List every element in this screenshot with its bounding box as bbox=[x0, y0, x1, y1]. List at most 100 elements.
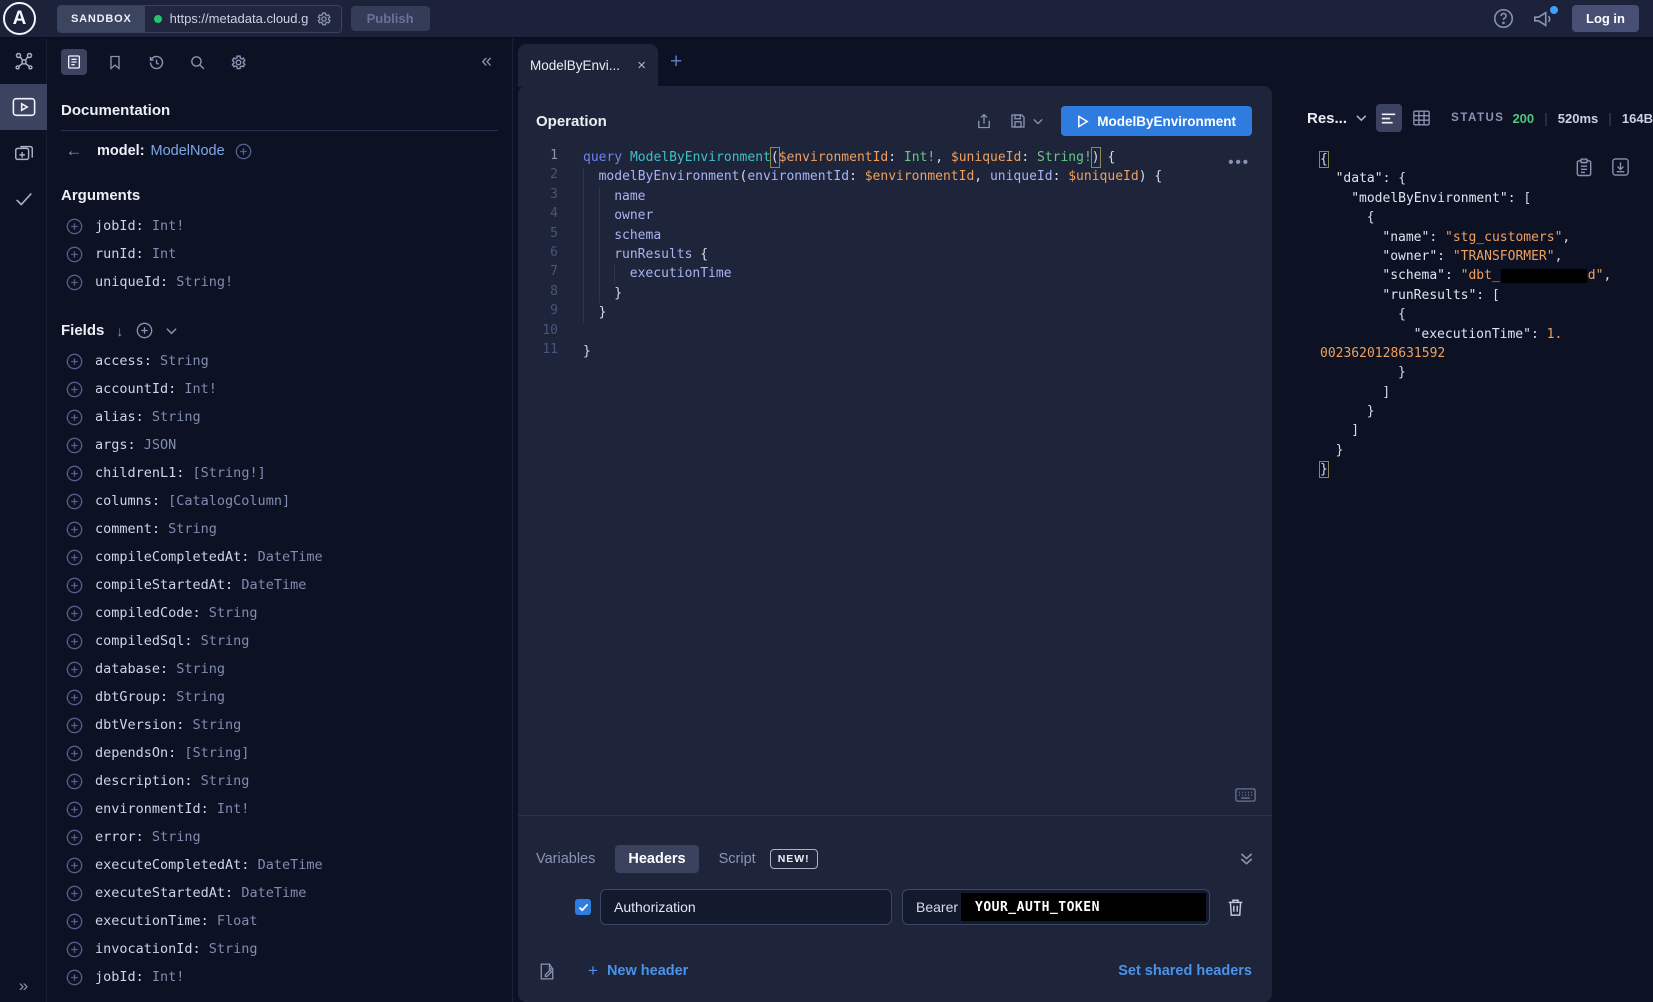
field-row[interactable]: compiledSql: String bbox=[61, 627, 498, 655]
save-options-chevron-icon[interactable] bbox=[1033, 118, 1043, 125]
endpoint-url[interactable]: https://metadata.cloud.get bbox=[170, 11, 308, 26]
add-field-plus-icon[interactable] bbox=[66, 913, 83, 930]
rail-item-checklist[interactable] bbox=[0, 176, 47, 222]
publish-button[interactable]: Publish bbox=[351, 6, 430, 31]
add-field-plus-icon[interactable] bbox=[66, 465, 83, 482]
close-tab-icon[interactable]: × bbox=[637, 57, 646, 74]
add-field-plus-icon[interactable] bbox=[66, 381, 83, 398]
add-field-plus-icon[interactable] bbox=[66, 689, 83, 706]
header-value-input[interactable]: Bearer YOUR_AUTH_TOKEN bbox=[902, 889, 1210, 925]
add-field-plus-icon[interactable] bbox=[66, 577, 83, 594]
new-tab-icon[interactable]: + bbox=[670, 50, 682, 74]
download-response-icon[interactable] bbox=[1612, 158, 1629, 177]
field-row[interactable]: description: String bbox=[61, 767, 498, 795]
add-field-plus-icon[interactable] bbox=[66, 941, 83, 958]
header-key-input[interactable] bbox=[600, 889, 892, 925]
collapse-docs-panel-icon[interactable]: « bbox=[481, 51, 498, 73]
field-row[interactable]: access: String bbox=[61, 347, 498, 375]
endpoint-address-bar[interactable]: SANDBOX https://metadata.cloud.get bbox=[57, 5, 342, 33]
field-row[interactable]: database: String bbox=[61, 655, 498, 683]
field-row[interactable]: executionTime: Float bbox=[61, 907, 498, 935]
add-field-plus-icon[interactable] bbox=[66, 801, 83, 818]
add-field-plus-icon[interactable] bbox=[66, 829, 83, 846]
json-view-toggle-icon[interactable] bbox=[1376, 104, 1403, 132]
add-field-plus-icon[interactable] bbox=[66, 246, 83, 263]
field-row[interactable]: compileStartedAt: DateTime bbox=[61, 571, 498, 599]
add-field-plus-icon[interactable] bbox=[66, 745, 83, 762]
endpoint-url-field[interactable]: https://metadata.cloud.get bbox=[145, 6, 341, 32]
save-operation-icon[interactable] bbox=[1009, 112, 1027, 130]
run-operation-button[interactable]: ModelByEnvironment bbox=[1061, 106, 1252, 136]
docs-tab-documentation-icon[interactable] bbox=[61, 49, 87, 75]
add-field-plus-icon[interactable] bbox=[66, 717, 83, 734]
connection-settings-gear-icon[interactable] bbox=[316, 11, 332, 27]
argument-row[interactable]: jobId: Int! bbox=[61, 212, 498, 240]
add-field-plus-icon[interactable] bbox=[66, 409, 83, 426]
delete-header-icon[interactable] bbox=[1227, 898, 1244, 917]
add-field-plus-icon[interactable] bbox=[66, 633, 83, 650]
announcements-megaphone-icon[interactable] bbox=[1532, 9, 1554, 29]
docs-tab-settings-gear-icon[interactable] bbox=[225, 49, 251, 75]
add-field-plus-icon[interactable] bbox=[66, 521, 83, 538]
add-field-plus-icon[interactable] bbox=[66, 218, 83, 235]
response-json-viewer[interactable]: {"data": {"modelByEnvironment": [{"name"… bbox=[1285, 150, 1653, 480]
help-icon[interactable] bbox=[1493, 8, 1514, 29]
field-row[interactable]: invocationId: String bbox=[61, 935, 498, 963]
argument-row[interactable]: runId: Int bbox=[61, 240, 498, 268]
back-arrow-icon[interactable]: ← bbox=[61, 141, 87, 161]
header-enabled-checkbox[interactable] bbox=[575, 899, 591, 915]
field-row[interactable]: executeCompletedAt: DateTime bbox=[61, 851, 498, 879]
add-field-plus-icon[interactable] bbox=[66, 661, 83, 678]
collapse-panel-chevrons-icon[interactable] bbox=[1239, 852, 1254, 866]
response-dropdown-chevron-icon[interactable] bbox=[1356, 114, 1367, 122]
login-button[interactable]: Log in bbox=[1572, 5, 1639, 32]
share-operation-icon[interactable] bbox=[975, 112, 993, 131]
field-row[interactable]: dbtVersion: String bbox=[61, 711, 498, 739]
fields-chevron-down-icon[interactable] bbox=[166, 327, 177, 335]
copy-response-icon[interactable] bbox=[1576, 158, 1592, 177]
set-shared-headers-link[interactable]: Set shared headers bbox=[1118, 963, 1252, 979]
add-field-plus-icon[interactable] bbox=[66, 969, 83, 986]
new-header-button[interactable]: + New header bbox=[588, 961, 688, 981]
field-row[interactable]: comment: String bbox=[61, 515, 498, 543]
field-row[interactable]: accountId: Int! bbox=[61, 375, 498, 403]
field-row[interactable]: columns: [CatalogColumn] bbox=[61, 487, 498, 515]
graphql-editor[interactable]: 1query ModelByEnvironment($environmentId… bbox=[518, 148, 1272, 361]
rail-item-operation-collections[interactable] bbox=[0, 130, 47, 176]
keyboard-shortcuts-icon[interactable] bbox=[1235, 788, 1256, 802]
add-field-plus-icon[interactable] bbox=[66, 857, 83, 874]
operation-tab[interactable]: ModelByEnvi... × bbox=[518, 44, 658, 87]
breadcrumb-type-link[interactable]: ModelNode bbox=[151, 143, 225, 159]
tab-headers[interactable]: Headers bbox=[615, 845, 698, 873]
add-field-plus-icon[interactable] bbox=[66, 885, 83, 902]
add-field-icon[interactable] bbox=[235, 143, 252, 160]
add-field-plus-icon[interactable] bbox=[66, 493, 83, 510]
add-all-fields-icon[interactable] bbox=[136, 322, 153, 339]
add-field-plus-icon[interactable] bbox=[66, 437, 83, 454]
add-field-plus-icon[interactable] bbox=[66, 605, 83, 622]
field-row[interactable]: dependsOn: [String] bbox=[61, 739, 498, 767]
editor-more-menu-icon[interactable]: ••• bbox=[1228, 154, 1250, 171]
add-field-plus-icon[interactable] bbox=[66, 549, 83, 566]
edit-as-json-icon[interactable] bbox=[538, 962, 556, 981]
field-row[interactable]: args: JSON bbox=[61, 431, 498, 459]
field-row[interactable]: childrenL1: [String!] bbox=[61, 459, 498, 487]
expand-rail-icon[interactable]: » bbox=[0, 976, 47, 996]
field-row[interactable]: dbtGroup: String bbox=[61, 683, 498, 711]
field-row[interactable]: alias: String bbox=[61, 403, 498, 431]
docs-tab-bookmarks-icon[interactable] bbox=[102, 49, 128, 75]
docs-tab-search-icon[interactable] bbox=[184, 49, 210, 75]
field-row[interactable]: compileCompletedAt: DateTime bbox=[61, 543, 498, 571]
sort-fields-icon[interactable]: ↓ bbox=[116, 323, 123, 339]
apollo-logo-icon[interactable]: A bbox=[3, 2, 36, 35]
rail-item-explorer[interactable] bbox=[0, 84, 47, 130]
argument-row[interactable]: uniqueId: String! bbox=[61, 268, 498, 296]
field-row[interactable]: compiledCode: String bbox=[61, 599, 498, 627]
field-row[interactable]: error: String bbox=[61, 823, 498, 851]
field-row[interactable]: executeStartedAt: DateTime bbox=[61, 879, 498, 907]
add-field-plus-icon[interactable] bbox=[66, 773, 83, 790]
add-field-plus-icon[interactable] bbox=[66, 274, 83, 291]
tab-variables[interactable]: Variables bbox=[536, 851, 595, 867]
field-row[interactable]: jobId: Int! bbox=[61, 963, 498, 991]
tab-script[interactable]: Script bbox=[719, 851, 756, 867]
